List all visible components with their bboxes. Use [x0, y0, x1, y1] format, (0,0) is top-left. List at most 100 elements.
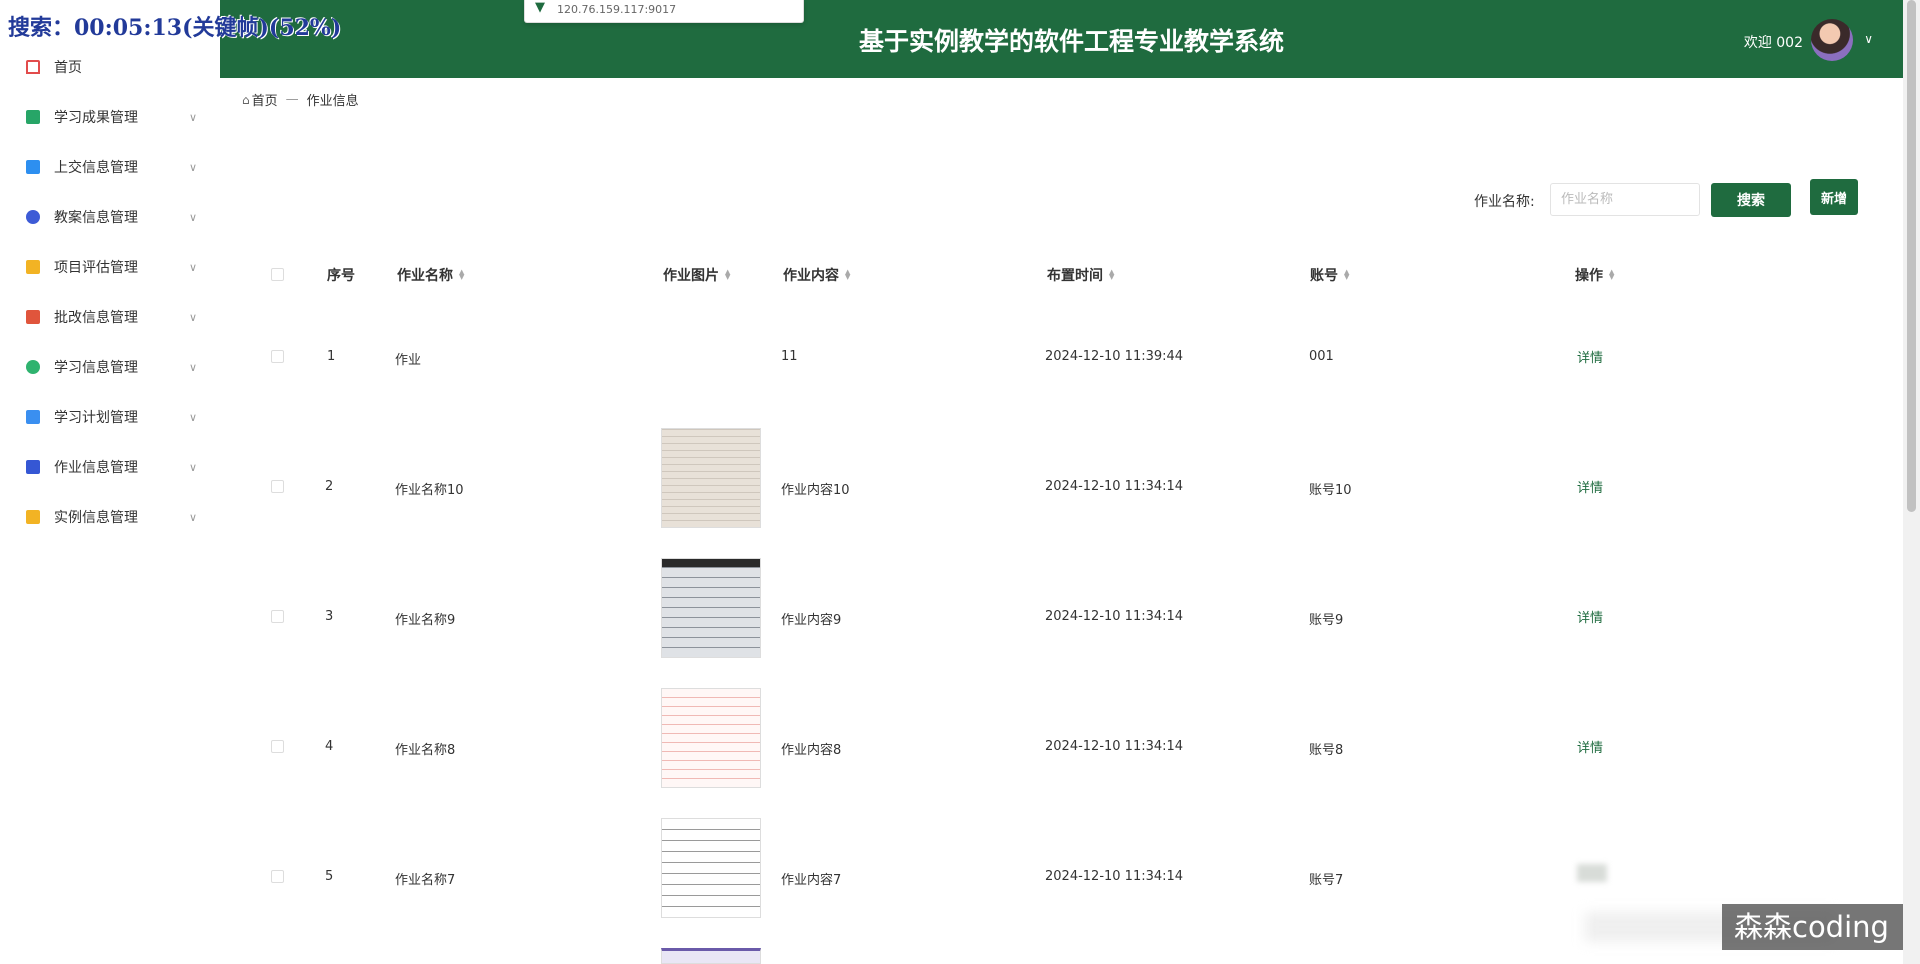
- chevron-down-icon: ∨: [189, 210, 198, 224]
- search-input[interactable]: [1550, 183, 1700, 216]
- row-checkbox[interactable]: [271, 740, 284, 753]
- search-button[interactable]: 搜索: [1711, 183, 1791, 217]
- chevron-down-icon: ∨: [189, 110, 198, 124]
- header-label: 作业名称: [397, 268, 453, 284]
- homework-image[interactable]: [661, 688, 761, 788]
- blurred-action: [1577, 864, 1607, 882]
- cell-account: 账号10: [1309, 483, 1352, 498]
- cell-name: 作业: [395, 353, 422, 368]
- chevron-down-icon: ∨: [189, 460, 198, 474]
- sidebar-item-label: 学习计划管理: [54, 410, 138, 426]
- cell-content: 11: [781, 349, 798, 364]
- sidebar-item-project-eval[interactable]: 项目评估管理 ∨: [0, 247, 220, 287]
- chevron-down-icon: ∨: [189, 310, 198, 324]
- sidebar-item-label: 实例信息管理: [54, 510, 138, 526]
- row-checkbox[interactable]: [271, 870, 284, 883]
- cell-account: 账号7: [1309, 873, 1344, 888]
- cell-time: 2024-12-10 11:34:14: [1045, 479, 1184, 494]
- header-label: 布置时间: [1047, 268, 1103, 284]
- sort-icon[interactable]: ▲ ▼: [845, 269, 850, 281]
- header-action[interactable]: 操作 ▲ ▼: [1575, 265, 1614, 285]
- header-label: 账号: [1310, 268, 1338, 284]
- header-label: 作业内容: [783, 268, 839, 284]
- book-icon: [26, 460, 40, 474]
- avatar[interactable]: [1811, 19, 1853, 61]
- url-text: 120.76.159.117:9017: [557, 3, 677, 16]
- sidebar: 首页 学习成果管理 ∨ 上交信息管理 ∨ 教案信息管理 ∨ 项目评估管理 ∨ 批…: [0, 0, 220, 964]
- row-checkbox[interactable]: [271, 610, 284, 623]
- header-label: 作业图片: [663, 268, 719, 284]
- header-bar: 基于实例教学的软件工程专业教学系统 欢迎 002 ∨: [220, 0, 1903, 78]
- mail-icon: [26, 210, 40, 224]
- bag-icon: [26, 510, 40, 524]
- url-popup: ▼ 120.76.159.117:9017: [524, 0, 804, 23]
- header-name[interactable]: 作业名称 ▲ ▼: [397, 265, 464, 285]
- add-button[interactable]: 新增: [1810, 179, 1858, 215]
- cell-no: 5: [325, 869, 334, 884]
- home-icon: ⌂: [242, 92, 250, 107]
- cell-name: 作业名称7: [395, 873, 456, 888]
- sidebar-item-examples[interactable]: 实例信息管理 ∨: [0, 497, 220, 537]
- select-all-checkbox[interactable]: [271, 268, 284, 281]
- sidebar-item-label: 教案信息管理: [54, 210, 138, 226]
- breadcrumb-home[interactable]: 首页: [252, 90, 278, 109]
- sort-icon[interactable]: ▲ ▼: [725, 269, 730, 281]
- row-checkbox[interactable]: [271, 350, 284, 363]
- cell-time: 2024-12-10 11:34:14: [1045, 869, 1184, 884]
- breadcrumb-current: 作业信息: [306, 94, 359, 109]
- vue-logo-icon: ▼: [535, 0, 545, 15]
- sidebar-item-homework[interactable]: 作业信息管理 ∨: [0, 447, 220, 487]
- scrollbar[interactable]: [1903, 0, 1920, 964]
- sort-icon[interactable]: ▲ ▼: [1609, 269, 1614, 281]
- cell-name: 作业名称8: [395, 743, 456, 758]
- detail-link[interactable]: 详情: [1577, 737, 1603, 756]
- sidebar-item-learning-results[interactable]: 学习成果管理 ∨: [0, 97, 220, 137]
- doc-icon: [26, 310, 40, 324]
- breadcrumb: ⌂ 首页 — 作业信息: [242, 90, 359, 109]
- detail-link[interactable]: 详情: [1577, 607, 1603, 626]
- page-title: 基于实例教学的软件工程专业教学系统: [858, 27, 1284, 56]
- sort-icon[interactable]: ▲ ▼: [459, 269, 464, 281]
- header-image[interactable]: 作业图片 ▲ ▼: [663, 265, 730, 285]
- sidebar-item-home[interactable]: 首页: [0, 47, 220, 87]
- sort-icon[interactable]: ▲ ▼: [1109, 269, 1114, 281]
- card-icon: [26, 160, 40, 174]
- detail-link[interactable]: 详情: [1577, 347, 1603, 366]
- header-time[interactable]: 布置时间 ▲ ▼: [1047, 265, 1114, 285]
- chevron-down-icon[interactable]: ∨: [1864, 32, 1873, 46]
- cell-account: 001: [1309, 349, 1334, 364]
- video-overlay-text: 搜索：00:05:13(关键帧)(52%): [8, 15, 342, 41]
- sort-icon[interactable]: ▲ ▼: [1344, 269, 1349, 281]
- sidebar-item-submission[interactable]: 上交信息管理 ∨: [0, 147, 220, 187]
- sidebar-item-label: 上交信息管理: [54, 160, 138, 176]
- cell-no: 2: [325, 479, 334, 494]
- sidebar-item-lesson-plan[interactable]: 教案信息管理 ∨: [0, 197, 220, 237]
- homework-image[interactable]: [661, 948, 761, 964]
- header-account[interactable]: 账号 ▲ ▼: [1310, 265, 1349, 285]
- cell-content: 作业内容7: [781, 873, 842, 888]
- watermark: 森森coding: [1722, 904, 1910, 950]
- chevron-down-icon: ∨: [189, 260, 198, 274]
- sidebar-item-learning-plan[interactable]: 学习计划管理 ∨: [0, 397, 220, 437]
- cell-time: 2024-12-10 11:34:14: [1045, 609, 1184, 624]
- welcome-text: 欢迎 002: [1743, 35, 1803, 51]
- homework-image[interactable]: [661, 818, 761, 918]
- sidebar-item-grading[interactable]: 批改信息管理 ∨: [0, 297, 220, 337]
- detail-link[interactable]: 详情: [1577, 477, 1603, 496]
- leaf-icon: [26, 360, 40, 374]
- cell-no: 3: [325, 609, 334, 624]
- header-no: 序号: [327, 265, 355, 285]
- sidebar-item-learning-info[interactable]: 学习信息管理 ∨: [0, 347, 220, 387]
- cell-account: 账号9: [1309, 613, 1344, 628]
- header-content[interactable]: 作业内容 ▲ ▼: [783, 265, 850, 285]
- cell-account: 账号8: [1309, 743, 1344, 758]
- scrollbar-thumb[interactable]: [1907, 0, 1916, 512]
- homework-image[interactable]: [661, 558, 761, 658]
- row-checkbox[interactable]: [271, 480, 284, 493]
- homework-image[interactable]: [661, 428, 761, 528]
- sidebar-item-label: 学习成果管理: [54, 110, 138, 126]
- sidebar-item-label: 项目评估管理: [54, 260, 138, 276]
- sidebar-item-label: 学习信息管理: [54, 360, 138, 376]
- sidebar-item-label: 批改信息管理: [54, 310, 138, 326]
- cell-name: 作业名称9: [395, 613, 456, 628]
